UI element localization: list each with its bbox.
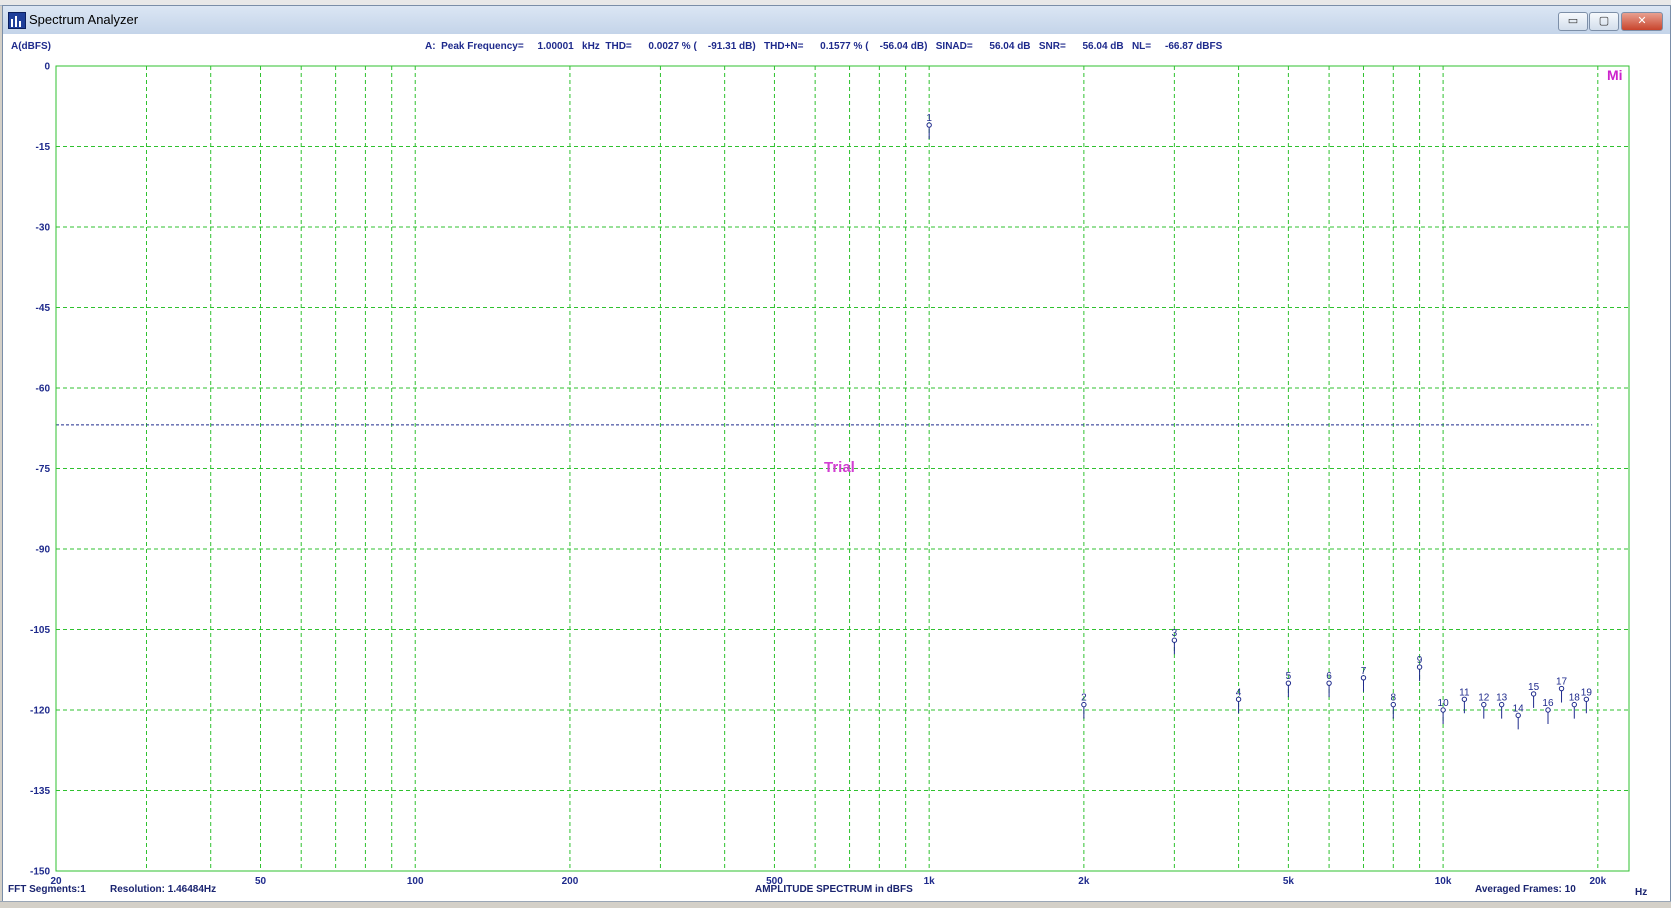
- measurement-readout: A: Peak Frequency= 1.00001 kHz THD= 0.00…: [425, 41, 1223, 52]
- harmonic-marker-label: 9: [1417, 655, 1423, 666]
- harmonic-marker-label: 12: [1478, 693, 1490, 704]
- y-axis-label: A(dBFS): [11, 41, 51, 52]
- chart-title: AMPLITUDE SPECTRUM in dBFS: [755, 884, 913, 895]
- close-button[interactable]: ✕: [1621, 12, 1663, 31]
- harmonic-marker-label: 7: [1361, 666, 1367, 677]
- mi-logo: Mi: [1607, 67, 1623, 83]
- resolution-label: Resolution: 1.46484Hz: [110, 884, 217, 895]
- harmonic-marker-label: 10: [1438, 698, 1450, 709]
- harmonic-marker-label: 1: [926, 113, 932, 124]
- x-tick-label: 100: [407, 876, 424, 887]
- maximize-button[interactable]: ▢: [1589, 12, 1619, 31]
- harmonic-marker-label: 5: [1286, 671, 1292, 682]
- harmonic-marker-label: 2: [1081, 693, 1087, 704]
- y-tick-label: -105: [30, 625, 50, 636]
- y-tick-label: -135: [30, 786, 50, 797]
- harmonic-marker-label: 18: [1569, 693, 1581, 704]
- x-tick-label: 20k: [1589, 876, 1606, 887]
- window-title: Spectrum Analyzer: [29, 12, 139, 27]
- spectrum-app-icon: [8, 12, 26, 29]
- x-axis-unit: Hz: [1635, 887, 1648, 898]
- harmonic-marker-label: 16: [1542, 698, 1554, 709]
- y-tick-label: 0: [44, 62, 50, 73]
- y-tick-label: -30: [36, 223, 51, 234]
- title-bar[interactable]: Spectrum Analyzer ▭ ▢ ✕: [3, 6, 1670, 35]
- trial-watermark: Trial: [824, 459, 855, 476]
- spectrum-analyzer-window: Spectrum Analyzer ▭ ▢ ✕ 0 -15 -30 -45 -60 -75…: [2, 5, 1671, 903]
- y-tick-label: -60: [36, 384, 51, 395]
- fft-segments-label: FFT Segments:1: [8, 884, 86, 895]
- x-tick-label: 1k: [924, 876, 936, 887]
- harmonic-marker-label: 4: [1236, 687, 1242, 698]
- y-tick-label: -15: [36, 142, 51, 153]
- y-tick-label: -120: [30, 706, 50, 717]
- harmonic-marker-label: 17: [1556, 677, 1568, 688]
- minimize-button[interactable]: ▭: [1558, 12, 1588, 31]
- harmonic-marker-label: 11: [1459, 687, 1470, 698]
- x-tick-label: 50: [255, 876, 267, 887]
- harmonic-marker-label: 15: [1528, 682, 1540, 693]
- harmonic-marker-label: 13: [1496, 693, 1508, 704]
- harmonic-marker-label: 19: [1581, 687, 1593, 698]
- plot-area[interactable]: 0 -15 -30 -45 -60 -75 -90 -105 -120 -135 -150 20 50…: [3, 34, 1670, 902]
- harmonic-marker-label: 14: [1513, 703, 1525, 714]
- y-tick-label: -150: [30, 867, 50, 878]
- harmonic-marker-label: 3: [1172, 628, 1178, 639]
- x-tick-label: 200: [562, 876, 579, 887]
- harmonic-marker-label: 6: [1326, 671, 1332, 682]
- y-tick-label: -75: [36, 464, 51, 475]
- y-tick-label: -90: [36, 545, 51, 556]
- x-tick-label: 5k: [1283, 876, 1295, 887]
- y-tick-label: -45: [36, 303, 51, 314]
- x-tick-label: 2k: [1078, 876, 1090, 887]
- x-tick-label: 10k: [1435, 876, 1452, 887]
- averaged-frames-label: Averaged Frames: 10: [1475, 884, 1576, 895]
- harmonic-marker-label: 8: [1391, 693, 1397, 704]
